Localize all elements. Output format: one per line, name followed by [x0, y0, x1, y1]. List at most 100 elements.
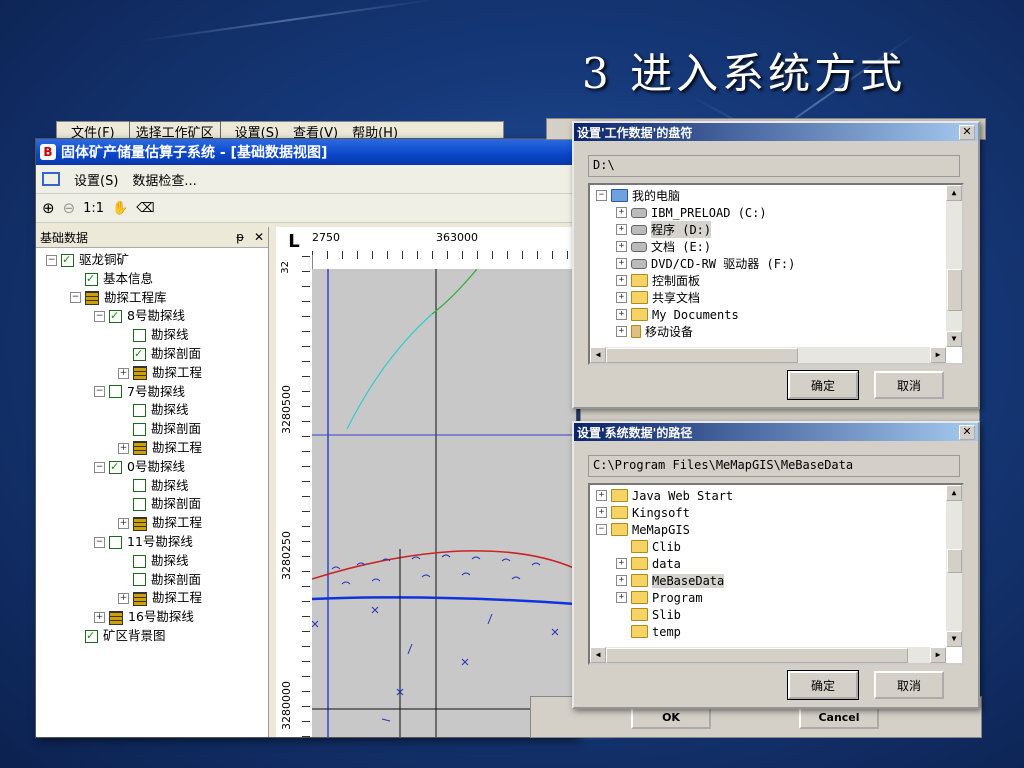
folder-item[interactable]: + Kingsoft — [590, 504, 962, 521]
expand-icon[interactable]: + — [94, 612, 105, 624]
checkbox[interactable] — [133, 329, 146, 343]
settings-menu[interactable]: 设置(S) — [74, 170, 118, 189]
expand-icon[interactable]: + — [118, 442, 129, 454]
tree-item[interactable]: 勘探剖面 — [36, 420, 268, 439]
data-check-menu[interactable]: 数据检查... — [132, 170, 196, 189]
scroll-thumb[interactable] — [947, 549, 962, 573]
tree-item[interactable]: + 勘探工程 — [36, 514, 268, 533]
expand-icon[interactable]: + — [616, 275, 627, 286]
checkbox[interactable] — [133, 479, 146, 493]
zoom-in-icon[interactable]: ⊕ — [42, 199, 55, 217]
tree-item[interactable]: 基本信息 — [36, 270, 268, 289]
ok-button[interactable]: 确定 — [787, 670, 859, 700]
system-path-field[interactable]: C:\Program Files\MeMapGIS\MeBaseData — [588, 455, 960, 477]
tree-item[interactable]: − 7号勘探线 — [36, 383, 268, 402]
drive-path-field[interactable]: D:\ — [588, 155, 960, 177]
expand-icon[interactable]: + — [616, 592, 627, 603]
folder-item[interactable]: + 控制面板 — [590, 272, 962, 289]
checkbox[interactable] — [133, 498, 146, 512]
vertical-scrollbar[interactable]: ▲ ▼ — [946, 185, 962, 347]
expand-icon[interactable]: + — [118, 593, 129, 605]
scroll-left-icon[interactable]: ◀ — [590, 647, 606, 663]
tree-item[interactable]: − 8号勘探线 — [36, 307, 268, 326]
checkbox[interactable] — [109, 385, 122, 399]
eraser-icon[interactable]: ⌫ — [136, 201, 154, 216]
folder-item[interactable]: − MeMapGIS — [590, 521, 962, 538]
expand-icon[interactable]: + — [616, 575, 627, 586]
tree-item[interactable]: 勘探线 — [36, 326, 268, 345]
dialog-titlebar[interactable]: 设置'系统数据'的路径 ✕ — [574, 423, 978, 441]
checkbox[interactable] — [133, 573, 146, 587]
checkbox[interactable] — [85, 270, 98, 288]
tree-item[interactable]: + 勘探工程 — [36, 364, 268, 383]
dialog-titlebar[interactable]: 设置'工作数据'的盘符 ✕ — [574, 123, 978, 141]
folder-tree-list[interactable]: + Java Web Start + Kingsoft − MeMapGIS Clib + da… — [588, 483, 964, 665]
collapse-icon[interactable]: − — [596, 524, 607, 535]
hand-pan-icon[interactable]: ✋ — [112, 201, 128, 216]
tree-item[interactable]: − 11号勘探线 — [36, 533, 268, 552]
cancel-button[interactable]: 取消 — [874, 371, 944, 399]
folder-item[interactable]: Clib — [590, 538, 962, 555]
collapse-icon[interactable]: − — [46, 254, 57, 266]
expand-icon[interactable]: + — [616, 241, 627, 252]
expand-icon[interactable]: + — [118, 518, 129, 530]
folder-item[interactable]: + Java Web Start — [590, 487, 962, 504]
expand-icon[interactable]: + — [616, 558, 627, 569]
close-icon[interactable]: ✕ — [254, 230, 264, 244]
scroll-up-icon[interactable]: ▲ — [946, 185, 962, 201]
scroll-left-icon[interactable]: ◀ — [590, 347, 606, 363]
tree-item[interactable]: − 勘探工程库 — [36, 289, 268, 308]
collapse-icon[interactable]: − — [94, 311, 105, 323]
scroll-right-icon[interactable]: ▶ — [930, 347, 946, 363]
tree-item[interactable]: − 0号勘探线 — [36, 458, 268, 477]
expand-icon[interactable]: + — [616, 224, 627, 235]
map-canvas[interactable] — [311, 268, 576, 737]
folder-item[interactable]: + DVD/CD-RW 驱动器 (F:) — [590, 255, 962, 272]
scroll-up-icon[interactable]: ▲ — [946, 485, 962, 501]
tree-item[interactable]: − 驱龙铜矿 — [36, 251, 268, 270]
folder-item[interactable]: − 我的电脑 — [590, 187, 962, 204]
checkbox[interactable] — [133, 345, 146, 364]
checkbox[interactable] — [133, 554, 146, 568]
vertical-scrollbar[interactable]: ▲ ▼ — [946, 485, 962, 647]
folder-item[interactable]: + MeBaseData — [590, 572, 962, 589]
ok-button[interactable]: 确定 — [787, 370, 859, 400]
checkbox[interactable] — [109, 458, 122, 476]
scroll-thumb[interactable] — [606, 648, 908, 663]
pin-icon[interactable]: ᵽ — [236, 230, 244, 244]
checkbox[interactable] — [133, 423, 146, 437]
folder-item[interactable]: temp — [590, 623, 962, 640]
scroll-down-icon[interactable]: ▼ — [946, 331, 962, 347]
tree-item[interactable]: + 勘探工程 — [36, 439, 268, 458]
scroll-right-icon[interactable]: ▶ — [930, 647, 946, 663]
collapse-icon[interactable]: − — [94, 536, 105, 548]
horizontal-scrollbar[interactable]: ◀ ▶ — [590, 647, 946, 663]
scroll-thumb[interactable] — [606, 348, 798, 363]
folder-item[interactable]: + 移动设备 — [590, 323, 962, 340]
horizontal-scrollbar[interactable]: ◀ ▶ — [590, 347, 946, 363]
folder-item[interactable]: + data — [590, 555, 962, 572]
tree-item[interactable]: + 勘探工程 — [36, 589, 268, 608]
expand-icon[interactable]: + — [616, 309, 627, 320]
tree-item[interactable]: 勘探线 — [36, 552, 268, 571]
tree-item[interactable]: 勘探剖面 — [36, 571, 268, 590]
expand-icon[interactable]: + — [118, 367, 129, 379]
folder-item[interactable]: + IBM_PRELOAD (C:) — [590, 204, 962, 221]
zoom-ratio-button[interactable]: 1:1 — [83, 201, 104, 216]
expand-icon[interactable]: + — [596, 490, 607, 501]
collapse-icon[interactable]: − — [94, 461, 105, 473]
scroll-thumb[interactable] — [947, 269, 962, 311]
app-titlebar[interactable]: B 固体矿产储量估算子系统 - [基础数据视图] — [36, 139, 576, 165]
folder-item[interactable]: + My Documents — [590, 306, 962, 323]
collapse-icon[interactable]: − — [94, 386, 105, 398]
tree-item[interactable]: 勘探线 — [36, 477, 268, 496]
tree-item[interactable]: 矿区背景图 — [36, 627, 268, 646]
map-view[interactable]: L 2750 363000 32 3280500 3280250 3280000 — [276, 227, 576, 737]
expand-icon[interactable]: + — [616, 258, 627, 269]
scroll-down-icon[interactable]: ▼ — [946, 631, 962, 647]
expand-icon[interactable]: + — [616, 292, 627, 303]
expand-icon[interactable]: + — [596, 507, 607, 518]
folder-item[interactable]: + 文档 (E:) — [590, 238, 962, 255]
expand-icon[interactable]: + — [616, 326, 627, 337]
close-icon[interactable]: ✕ — [959, 424, 975, 440]
